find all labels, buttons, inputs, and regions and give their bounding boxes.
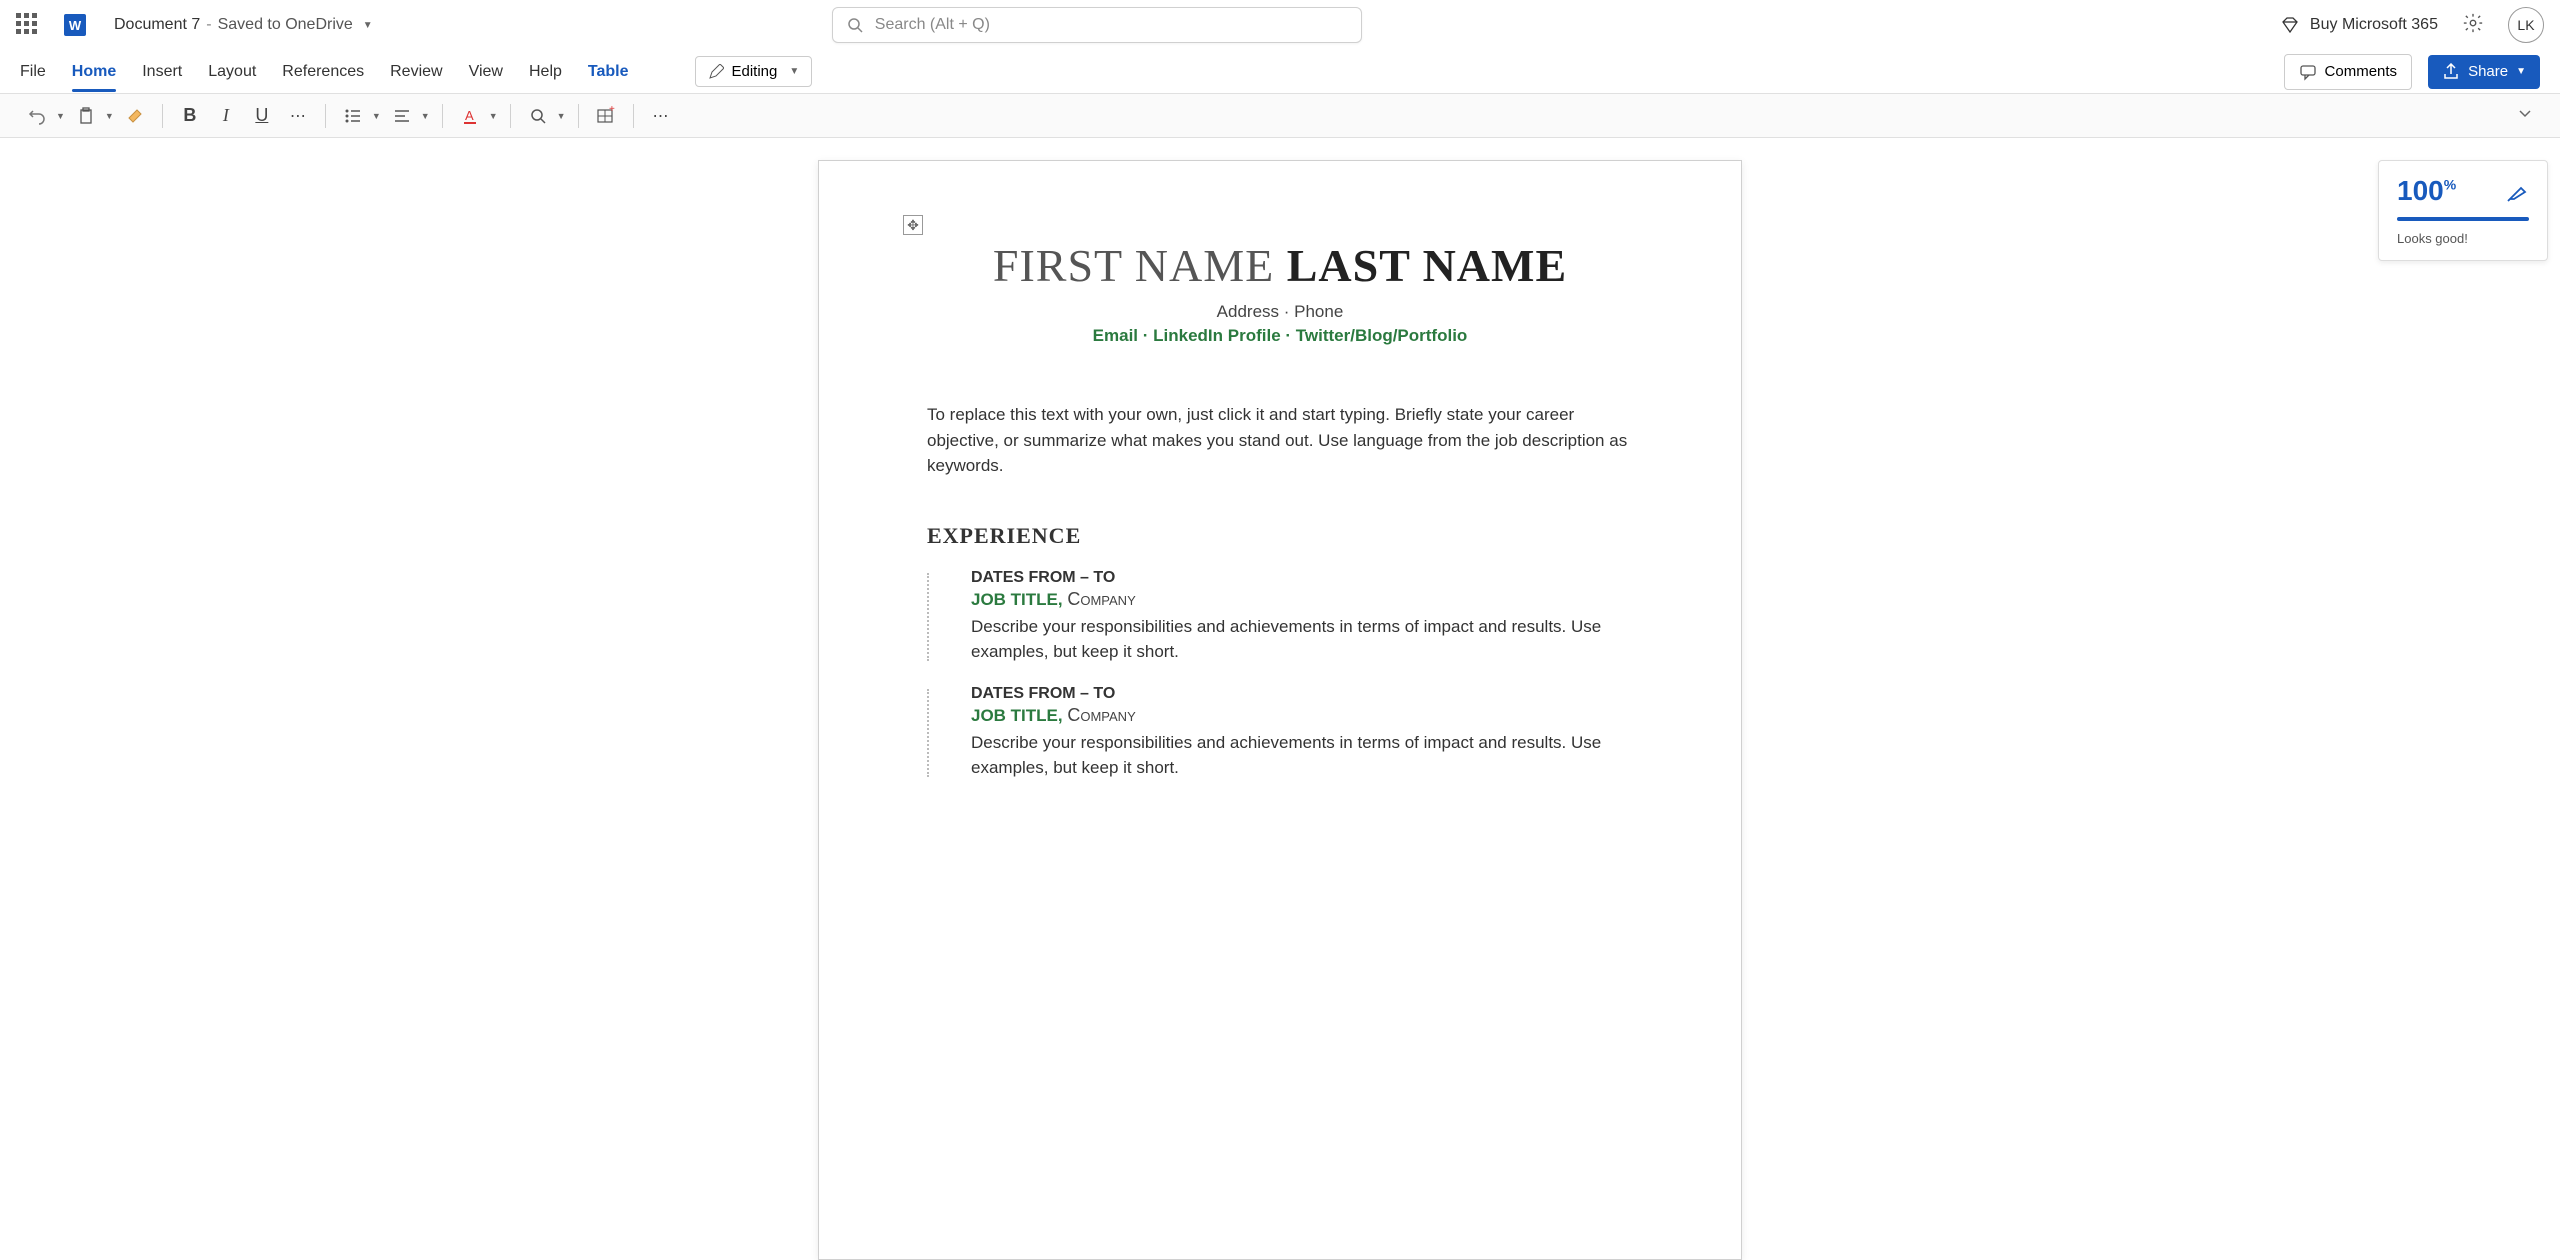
- bullet-list-button[interactable]: [338, 101, 368, 131]
- search-placeholder: Search (Alt + Q): [875, 16, 990, 34]
- experience-description: Describe your responsibilities and achie…: [971, 730, 1633, 781]
- settings-button[interactable]: [2462, 12, 2484, 39]
- experience-title-line: JOB TITLE, Company: [971, 705, 1633, 726]
- tab-view[interactable]: View: [469, 53, 503, 91]
- paste-button[interactable]: [71, 101, 101, 131]
- experience-entry[interactable]: DATES FROM – TO JOB TITLE, Company Descr…: [971, 569, 1633, 665]
- undo-button[interactable]: [22, 101, 52, 131]
- font-color-button[interactable]: A: [455, 101, 485, 131]
- title-bar: W Document 7 - Saved to OneDrive ▼ Searc…: [0, 0, 2560, 50]
- bold-button[interactable]: B: [175, 101, 205, 131]
- share-button[interactable]: Share ▼: [2428, 55, 2540, 89]
- tab-table[interactable]: Table: [588, 53, 629, 91]
- chevron-down-icon[interactable]: ▼: [421, 111, 430, 121]
- svg-text:+: +: [609, 106, 615, 115]
- document-page[interactable]: FIRST NAME LAST NAME Address · Phone Ema…: [818, 160, 1742, 1260]
- ribbon-tabs: File Home Insert Layout References Revie…: [0, 50, 2560, 94]
- experience-heading[interactable]: EXPERIENCE: [927, 523, 1633, 549]
- editor-score-widget[interactable]: 100% Looks good!: [2378, 160, 2548, 261]
- pen-icon: [708, 64, 724, 80]
- resume-name-heading[interactable]: FIRST NAME LAST NAME: [927, 239, 1633, 292]
- pen-feather-icon: [2507, 180, 2529, 202]
- editor-score-value: 100%: [2397, 175, 2456, 207]
- chevron-down-icon: [2518, 106, 2532, 120]
- experience-dates: DATES FROM – TO: [971, 569, 1633, 587]
- ribbon-expand-button[interactable]: [2512, 100, 2538, 131]
- tab-layout[interactable]: Layout: [208, 53, 256, 91]
- table-move-handle[interactable]: [903, 215, 923, 235]
- comments-button[interactable]: Comments: [2284, 54, 2413, 90]
- tab-references[interactable]: References: [282, 53, 364, 91]
- more-commands-button[interactable]: ⋯: [646, 101, 676, 131]
- resume-summary[interactable]: To replace this text with your own, just…: [927, 402, 1633, 479]
- chevron-down-icon: ▼: [363, 20, 373, 31]
- tab-home[interactable]: Home: [72, 53, 116, 91]
- experience-description: Describe your responsibilities and achie…: [971, 614, 1633, 665]
- buy-microsoft-365-button[interactable]: Buy Microsoft 365: [2280, 15, 2438, 35]
- chevron-down-icon: ▼: [789, 66, 799, 77]
- chevron-down-icon: ▼: [2516, 66, 2526, 77]
- experience-title-line: JOB TITLE, Company: [971, 589, 1633, 610]
- resume-contact-line[interactable]: Address · Phone: [927, 302, 1633, 322]
- search-icon: [847, 17, 863, 33]
- chevron-down-icon[interactable]: ▼: [372, 111, 381, 121]
- share-icon: [2442, 63, 2460, 81]
- resume-links-line[interactable]: Email · LinkedIn Profile · Twitter/Blog/…: [927, 326, 1633, 346]
- document-title: Document 7: [114, 16, 200, 34]
- insert-table-button[interactable]: +: [591, 101, 621, 131]
- search-input[interactable]: Search (Alt + Q): [832, 7, 1362, 43]
- diamond-icon: [2280, 15, 2300, 35]
- align-button[interactable]: [387, 101, 417, 131]
- word-app-icon[interactable]: W: [64, 14, 86, 36]
- chevron-down-icon[interactable]: ▼: [557, 111, 566, 121]
- find-button[interactable]: [523, 101, 553, 131]
- save-location: Saved to OneDrive: [218, 16, 353, 34]
- chevron-down-icon[interactable]: ▼: [489, 111, 498, 121]
- svg-text:A: A: [465, 108, 474, 123]
- document-canvas[interactable]: FIRST NAME LAST NAME Address · Phone Ema…: [0, 138, 2560, 1233]
- editing-mode-button[interactable]: Editing ▼: [695, 56, 813, 87]
- tab-help[interactable]: Help: [529, 53, 562, 91]
- chevron-down-icon[interactable]: ▼: [56, 111, 65, 121]
- gear-icon: [2462, 12, 2484, 34]
- document-title-area[interactable]: Document 7 - Saved to OneDrive ▼: [114, 16, 373, 34]
- app-launcher-icon[interactable]: [16, 13, 40, 37]
- underline-button[interactable]: U: [247, 101, 277, 131]
- format-painter-button[interactable]: [120, 101, 150, 131]
- comment-icon: [2299, 63, 2317, 81]
- more-font-options-button[interactable]: ⋯: [283, 101, 313, 131]
- tab-review[interactable]: Review: [390, 53, 442, 91]
- user-avatar[interactable]: LK: [2508, 7, 2544, 43]
- experience-entry[interactable]: DATES FROM – TO JOB TITLE, Company Descr…: [971, 685, 1633, 781]
- experience-dates: DATES FROM – TO: [971, 685, 1633, 703]
- editor-score-bar: [2397, 217, 2529, 221]
- tab-insert[interactable]: Insert: [142, 53, 182, 91]
- italic-button[interactable]: I: [211, 101, 241, 131]
- editor-score-message: Looks good!: [2397, 231, 2529, 246]
- chevron-down-icon[interactable]: ▼: [105, 111, 114, 121]
- tab-file[interactable]: File: [20, 53, 46, 91]
- ribbon-toolbar: ▼ ▼ B I U ⋯ ▼ ▼ A ▼ ▼ + ⋯: [0, 94, 2560, 138]
